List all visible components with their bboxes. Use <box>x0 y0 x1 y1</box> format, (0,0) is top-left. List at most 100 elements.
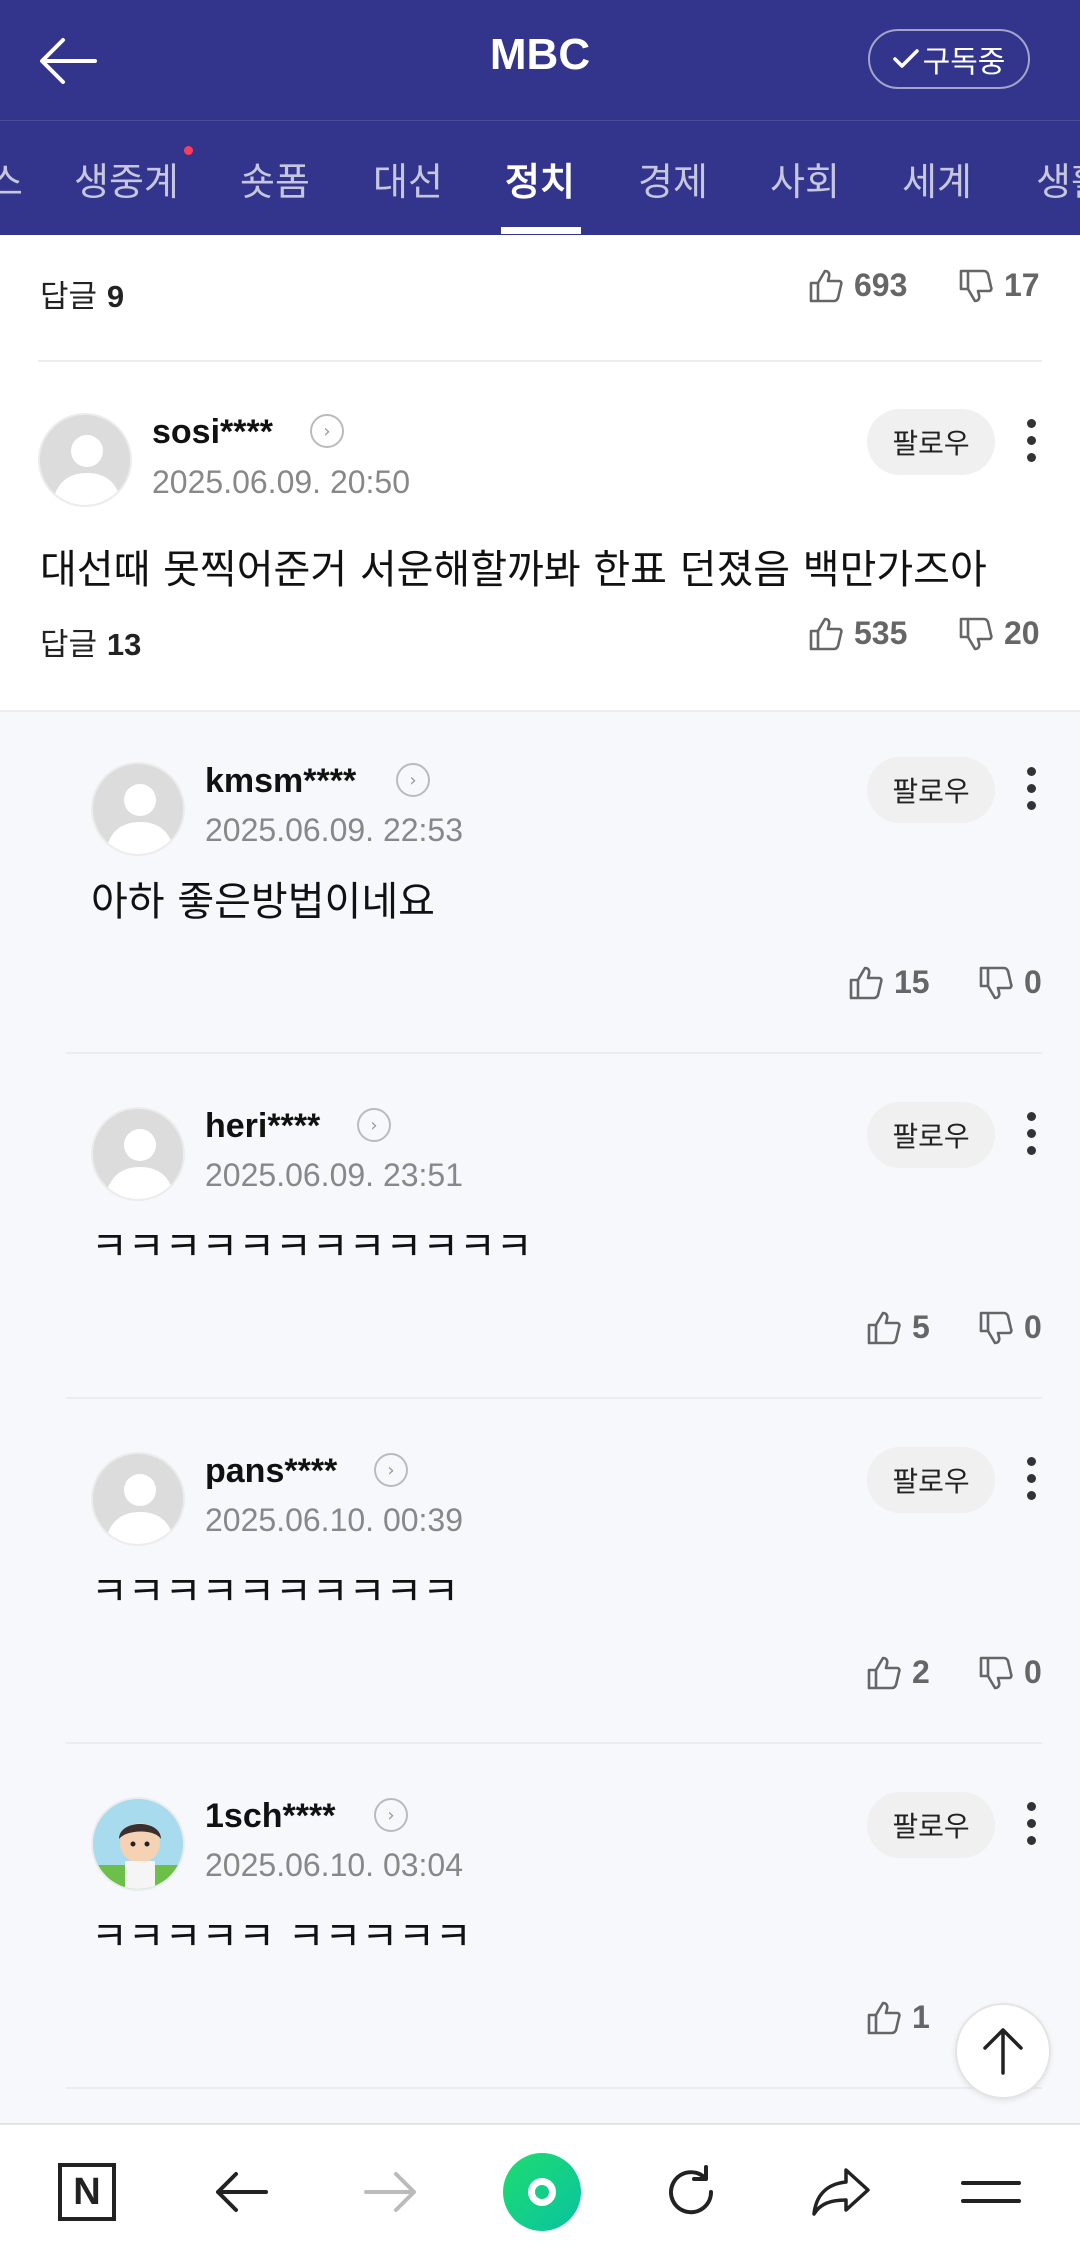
chevron-right-icon[interactable]: › <box>357 1108 391 1142</box>
comment-date: 2025.06.09. 20:50 <box>152 464 411 500</box>
avatar-kmsm[interactable] <box>91 762 185 856</box>
like-count: 2 <box>912 1654 930 1690</box>
tab-world[interactable]: 세계 <box>902 151 972 206</box>
comment-username[interactable]: sosi**** <box>152 413 273 452</box>
follow-button[interactable]: 팔로우 <box>867 1447 995 1513</box>
dislike-count: 0 <box>1024 1309 1042 1345</box>
dislike-button[interactable]: 0 <box>978 1654 1042 1691</box>
reply-date: 2025.06.09. 23:51 <box>205 1157 464 1193</box>
tab-politics[interactable]: 정치 <box>505 151 575 206</box>
like-button[interactable]: 1 <box>866 1999 930 2036</box>
reply-text: 아하 좋은방법이네요 <box>91 879 435 925</box>
avatar-1sch[interactable] <box>91 1797 185 1891</box>
prev-comment-footer: 답글 9 693 17 <box>0 235 1080 360</box>
dislike-button[interactable]: 20 <box>958 615 1040 652</box>
tab-shortform[interactable]: 숏폼 <box>240 151 310 206</box>
nav-back-button[interactable] <box>196 2147 286 2237</box>
comment-list: 답글 9 693 17 sosi**** › 2025.06.09. 20:50… <box>0 235 1080 2123</box>
dislike-button[interactable]: 0 <box>978 964 1042 1001</box>
follow-button[interactable]: 팔로우 <box>867 757 995 823</box>
reply-date: 2025.06.10. 03:04 <box>205 1847 464 1883</box>
thumbs-up-icon <box>867 1311 901 1344</box>
like-button[interactable]: 15 <box>848 964 930 1001</box>
app-header: MBC 구독중 <box>0 0 1080 120</box>
like-count: 15 <box>894 964 930 1000</box>
divider <box>66 1052 1042 1054</box>
divider <box>66 1397 1042 1399</box>
menu-icon <box>961 2181 1021 2203</box>
tab-life[interactable]: 생활 <box>1036 151 1080 206</box>
comment-text: 대선때 못찍어준거 서운해할까봐 한표 던졌음 백만가즈아 <box>40 547 987 593</box>
menu-button[interactable] <box>946 2147 1036 2237</box>
more-vertical-icon[interactable] <box>1016 1448 1046 1508</box>
reply-date: 2025.06.09. 22:53 <box>205 812 464 848</box>
refresh-button[interactable] <box>646 2147 736 2237</box>
share-button[interactable] <box>796 2147 886 2237</box>
check-icon <box>892 49 919 68</box>
chevron-right-icon[interactable]: › <box>396 763 430 797</box>
thumbs-up-icon <box>849 966 883 999</box>
like-count: 693 <box>854 267 908 303</box>
like-count: 535 <box>854 615 908 651</box>
divider <box>38 360 1042 362</box>
follow-button[interactable]: 팔로우 <box>867 1102 995 1168</box>
reply-text: ㅋㅋㅋㅋㅋㅋㅋㅋㅋㅋㅋㅋ <box>91 1224 533 1270</box>
scroll-to-top-button[interactable] <box>955 2003 1051 2099</box>
nav-forward-icon <box>364 2172 416 2212</box>
active-tab-indicator <box>501 227 581 234</box>
divider <box>66 2087 1042 2089</box>
thumbs-up-icon <box>867 2001 901 2034</box>
dislike-button[interactable]: 0 <box>978 1309 1042 1346</box>
subscribe-label: 구독중 <box>922 45 1006 80</box>
thumbs-up-icon <box>809 269 843 302</box>
dislike-count: 0 <box>1024 964 1042 1000</box>
naver-home-button[interactable]: N <box>42 2147 132 2237</box>
like-button[interactable]: 693 <box>808 267 907 304</box>
thumbs-down-icon <box>979 966 1013 999</box>
reply-username[interactable]: pans**** <box>205 1452 337 1491</box>
tab-live[interactable]: 생중계 <box>74 151 179 206</box>
avatar-heri[interactable] <box>91 1107 185 1201</box>
like-button[interactable]: 2 <box>866 1654 930 1691</box>
chevron-right-icon[interactable]: › <box>310 414 344 448</box>
like-button[interactable]: 535 <box>808 615 907 652</box>
naver-n-icon: N <box>58 2163 116 2221</box>
green-dot-button[interactable] <box>497 2147 587 2237</box>
reply-username[interactable]: heri**** <box>205 1107 320 1146</box>
reply-text: ㅋㅋㅋㅋㅋ ㅋㅋㅋㅋㅋ <box>91 1914 472 1960</box>
dislike-count: 20 <box>1004 615 1040 651</box>
thumbs-down-icon <box>959 269 993 302</box>
chevron-right-icon[interactable]: › <box>374 1453 408 1487</box>
follow-button[interactable]: 팔로우 <box>867 1792 995 1858</box>
thumbs-down-icon <box>959 617 993 650</box>
like-button[interactable]: 5 <box>866 1309 930 1346</box>
tab-partial-left[interactable]: 스 <box>0 151 23 206</box>
reply-count-button[interactable]: 답글 9 <box>40 271 124 316</box>
arrow-up-icon <box>983 2028 1023 2075</box>
dislike-button[interactable]: 17 <box>958 267 1040 304</box>
subscribe-button[interactable]: 구독중 <box>868 29 1030 89</box>
divider <box>66 1742 1042 1744</box>
reply-username[interactable]: kmsm**** <box>205 762 356 801</box>
nav-forward-button[interactable] <box>346 2147 436 2237</box>
reply-count-button[interactable]: 답글 13 <box>40 619 141 664</box>
thumbs-down-icon <box>979 1311 1013 1344</box>
chevron-right-icon[interactable]: › <box>374 1798 408 1832</box>
refresh-icon <box>669 2165 714 2215</box>
avatar-sosi[interactable] <box>38 413 132 507</box>
tab-economy[interactable]: 경제 <box>638 151 708 206</box>
more-vertical-icon[interactable] <box>1016 1793 1046 1853</box>
reply-username[interactable]: 1sch**** <box>205 1797 335 1836</box>
avatar-pans[interactable] <box>91 1452 185 1546</box>
more-vertical-icon[interactable] <box>1016 1103 1046 1163</box>
follow-button[interactable]: 팔로우 <box>867 409 995 475</box>
tab-society[interactable]: 사회 <box>770 151 840 206</box>
more-vertical-icon[interactable] <box>1016 758 1046 818</box>
tab-election[interactable]: 대선 <box>373 151 443 206</box>
reply-text: ㅋㅋㅋㅋㅋㅋㅋㅋㅋㅋ <box>91 1569 459 1615</box>
thumbs-down-icon <box>979 1656 1013 1689</box>
green-dot-icon <box>503 2153 581 2231</box>
more-vertical-icon[interactable] <box>1016 410 1046 470</box>
nav-back-icon <box>216 2172 268 2212</box>
like-count: 5 <box>912 1309 930 1345</box>
